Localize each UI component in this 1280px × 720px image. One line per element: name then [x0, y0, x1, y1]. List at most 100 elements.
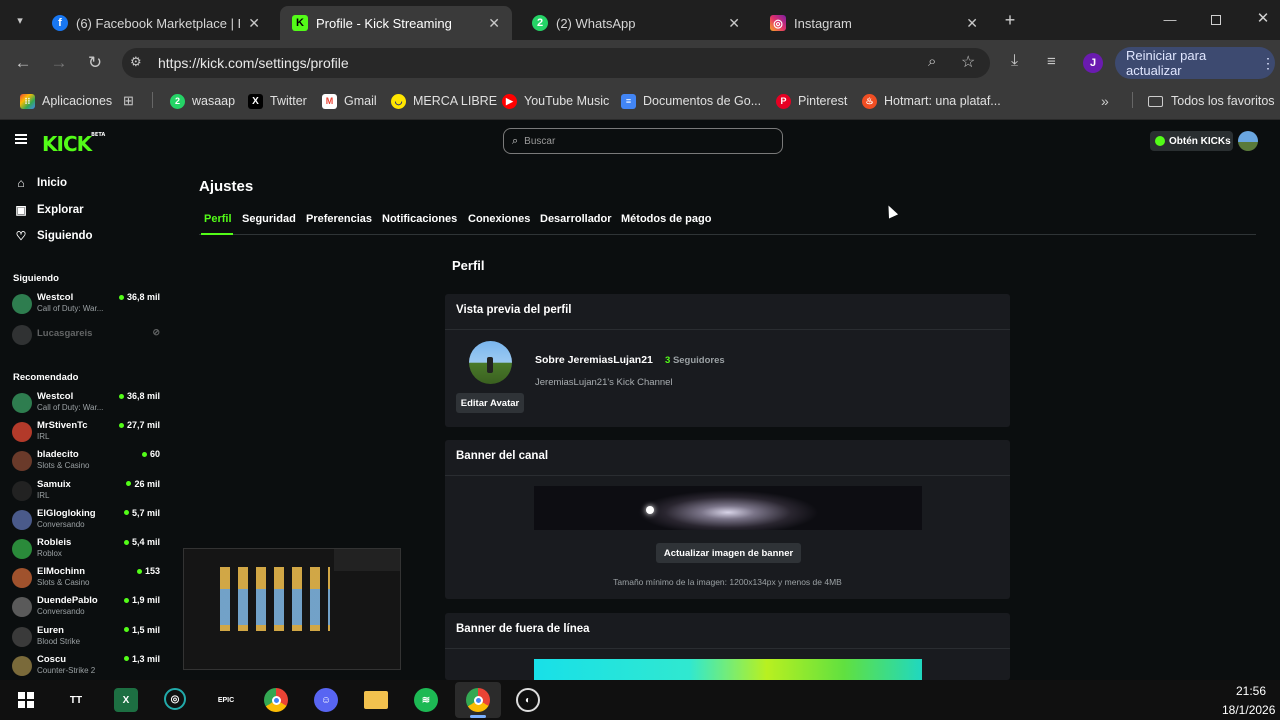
tab-facebook[interactable]: f (6) Facebook Marketplace | Face ✕ — [40, 6, 272, 40]
reload-button[interactable]: ↻ — [82, 50, 108, 76]
live-dot-icon — [123, 597, 129, 603]
channel-name: DuendePablo — [37, 595, 98, 607]
profile-avatar-image — [469, 341, 512, 384]
card-header: Vista previa del perfil — [445, 294, 1010, 330]
bookmark-hotmart[interactable]: ♨ Hotmart: una plataf... — [862, 92, 1001, 110]
new-tab-button[interactable]: + — [1000, 10, 1020, 30]
file-explorer-icon[interactable] — [364, 691, 388, 709]
tab-conexiones[interactable]: Conexiones — [468, 213, 530, 225]
tab-search-button[interactable]: ▾ — [10, 10, 30, 30]
profile-avatar[interactable]: J — [1083, 53, 1103, 73]
restore-button[interactable] — [1207, 12, 1225, 28]
nav-inicio[interactable]: ⌂ Inicio — [14, 176, 67, 190]
compass-icon: ▣ — [15, 203, 27, 217]
bookmark-label: Aplicaciones — [42, 94, 113, 108]
tab-perfil[interactable]: Perfil — [204, 213, 232, 225]
channel-item[interactable]: Euren Blood Strike 1,5 mil — [12, 625, 162, 651]
get-kicks-button[interactable]: Obtén KICKs — [1150, 131, 1233, 151]
channel-item[interactable]: bladecito Slots & Casino 60 — [12, 449, 162, 475]
x-logo-icon: X — [248, 93, 263, 109]
tab-notificaciones[interactable]: Notificaciones — [382, 213, 457, 225]
bookmark-wasaap[interactable]: 2 wasaap — [170, 92, 235, 110]
tab-title: (6) Facebook Marketplace | Face — [76, 15, 240, 31]
bookmark-label: Documentos de Go... — [643, 94, 762, 108]
clock-time[interactable]: 21:56 — [1236, 684, 1266, 698]
channel-name: Westcol — [37, 292, 74, 303]
clock-date[interactable]: 18/1/2026 — [1222, 703, 1275, 717]
edit-avatar-button[interactable]: Editar Avatar — [456, 393, 524, 413]
channel-item[interactable]: Coscu Counter-Strike 2 1,3 mil — [12, 654, 162, 680]
bookmark-label: Gmail — [344, 94, 377, 108]
media-control-icon[interactable]: ≡ — [1047, 53, 1056, 70]
download-icon[interactable]: ⤓ — [1011, 52, 1018, 70]
channel-item[interactable]: Westcol Call of Duty: War... 36,8 mil — [12, 292, 162, 318]
obs-studio-icon[interactable]: ◐ — [516, 688, 540, 712]
excel-icon[interactable]: X — [114, 688, 138, 712]
tab-metodos-de-pago[interactable]: Métodos de pago — [621, 213, 711, 225]
restart-update-button[interactable]: Reiniciar para actualizar ⋮ — [1115, 47, 1275, 79]
bookmark-twitter[interactable]: X Twitter — [248, 92, 307, 110]
viewer-count: 1,5 mil — [123, 625, 160, 635]
update-banner-button[interactable]: Actualizar imagen de banner — [656, 543, 801, 563]
tab-desarrollador[interactable]: Desarrollador — [540, 213, 612, 225]
bookmark-mercalibre[interactable]: ◡ MERCA LIBRE — [391, 92, 497, 110]
whatsapp-icon: 2 — [170, 93, 185, 109]
search-input[interactable]: ⌕ Buscar — [503, 128, 783, 154]
channel-item[interactable]: Westcol Call of Duty: War... 36,8 mil — [12, 391, 162, 417]
follower-count: 3 Seguidores — [665, 355, 725, 366]
bookmark-pinterest[interactable]: P Pinterest — [776, 92, 847, 110]
discord-icon[interactable]: ☺ — [314, 688, 338, 712]
hamburger-menu-button[interactable] — [15, 134, 29, 146]
kebab-menu-icon: ⋮ — [1261, 54, 1275, 71]
profile-preview-card: Vista previa del perfil Sobre JeremiasLu… — [445, 294, 1010, 427]
zoom-icon[interactable]: ⌕ — [928, 53, 936, 70]
epic-games-icon[interactable]: EPIC — [214, 688, 238, 712]
spotify-icon[interactable]: ≋ — [414, 688, 438, 712]
channel-item[interactable]: MrStivenTc IRL 27,7 mil — [12, 420, 162, 446]
kick-logo[interactable]: KICKBETA — [42, 132, 105, 156]
close-tab-icon[interactable]: ✕ — [728, 15, 740, 32]
windows-start-icon[interactable] — [14, 688, 38, 712]
bookmark-tab-groups[interactable]: ⊞ — [123, 92, 134, 110]
bookmark-apps[interactable]: ⁝⁝ Aplicaciones — [20, 92, 112, 110]
bookmark-youtube-music[interactable]: ▶ YouTube Music — [502, 92, 609, 110]
nav-explorar[interactable]: ▣ Explorar — [14, 203, 83, 217]
tab-preferencias[interactable]: Preferencias — [306, 213, 372, 225]
facebook-icon: f — [52, 15, 68, 31]
restart-label: Reiniciar para actualizar — [1126, 48, 1207, 78]
tab-whatsapp[interactable]: 2 (2) WhatsApp ✕ — [520, 6, 752, 40]
url-text[interactable]: https://kick.com/settings/profile — [158, 55, 349, 71]
heart-icon: ♡ — [15, 229, 27, 243]
user-avatar[interactable] — [1238, 131, 1258, 151]
close-window-button[interactable]: ✕ — [1253, 9, 1273, 29]
nav-siguiendo[interactable]: ♡ Siguiendo — [14, 229, 93, 243]
window-preview-thumbnail[interactable] — [183, 548, 401, 670]
bookmark-all-favorites[interactable]: Todos los favoritos — [1148, 92, 1275, 110]
channel-item[interactable]: Robleis Roblox 5,4 mil — [12, 537, 162, 563]
capcut-icon[interactable]: TT — [64, 688, 88, 712]
channel-item-offline[interactable]: Lucasgareis ⊘ — [12, 323, 162, 349]
close-tab-icon[interactable]: ✕ — [248, 15, 260, 32]
minimize-button[interactable]: — — [1160, 12, 1180, 28]
viewer-count: 60 — [141, 449, 160, 459]
forward-button[interactable]: → — [46, 50, 72, 76]
close-tab-icon[interactable]: ✕ — [966, 15, 978, 32]
bookmarks-overflow-button[interactable]: » — [1101, 92, 1109, 110]
chrome-icon[interactable] — [264, 688, 288, 712]
bookmark-google-docs[interactable]: ≡ Documentos de Go... — [621, 92, 761, 110]
back-button[interactable]: ← — [10, 50, 36, 76]
bookmark-star-icon[interactable]: ☆ — [961, 52, 975, 72]
site-info-icon[interactable]: ⚙ — [130, 54, 142, 70]
channel-item[interactable]: DuendePablo Conversando 1,9 mil — [12, 595, 162, 621]
channel-item[interactable]: ElMochinn Slots & Casino 153 — [12, 566, 162, 592]
channel-category: IRL — [37, 432, 50, 442]
close-tab-icon[interactable]: ✕ — [488, 15, 500, 32]
tab-seguridad[interactable]: Seguridad — [242, 213, 296, 225]
channel-item[interactable]: Samuix IRL 26 mil — [12, 479, 162, 505]
chrome-profile-icon[interactable] — [466, 688, 490, 712]
tab-kick[interactable]: K Profile - Kick Streaming ✕ — [280, 6, 512, 40]
tab-instagram[interactable]: ◎ Instagram ✕ — [758, 6, 990, 40]
app-icon[interactable]: ◎ — [164, 688, 186, 710]
channel-item[interactable]: ElGlogloking Conversando 5,7 mil — [12, 508, 162, 534]
bookmark-gmail[interactable]: M Gmail — [322, 92, 377, 110]
